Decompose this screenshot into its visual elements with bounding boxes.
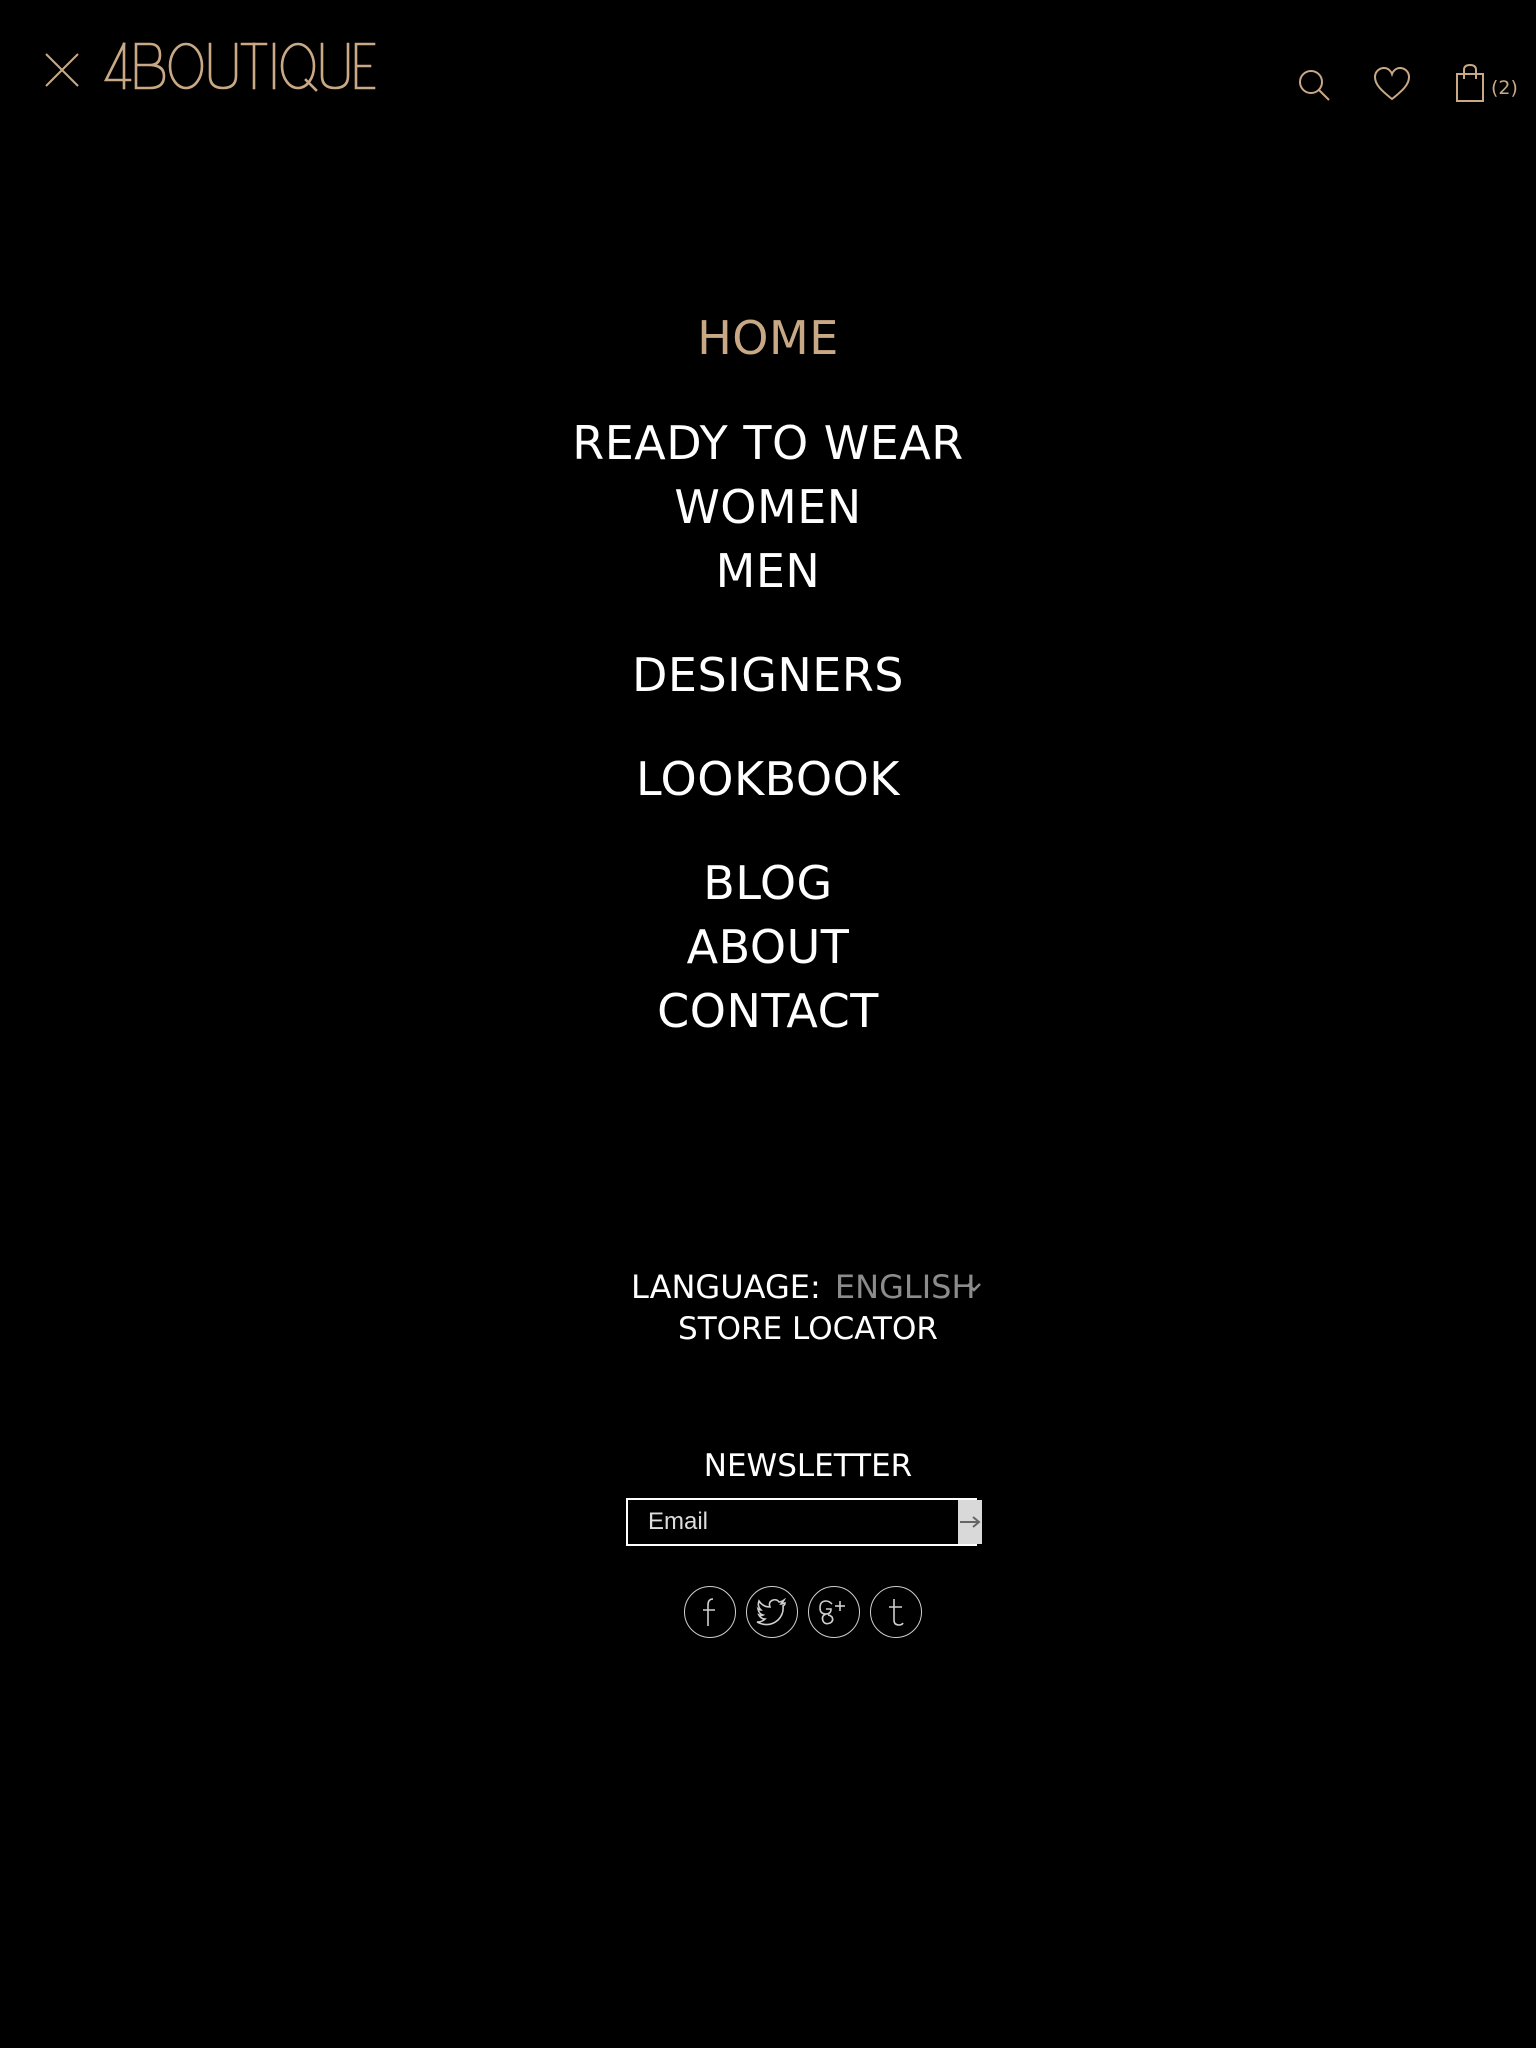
language-dropdown-toggle[interactable]	[965, 1280, 983, 1294]
nav-item-men[interactable]: MEN	[0, 543, 1536, 599]
bag-count: (2)	[1491, 77, 1518, 99]
brand-logo[interactable]	[103, 40, 376, 92]
close-icon	[45, 53, 79, 87]
nav-item-ready-to-wear[interactable]: READY TO WEAR	[0, 415, 1536, 471]
newsletter-form	[626, 1498, 982, 1546]
tumblr-icon	[889, 1599, 904, 1626]
store-locator-link[interactable]: STORE LOCATOR	[0, 1309, 1536, 1349]
email-input[interactable]	[628, 1500, 958, 1544]
google-plus-link[interactable]	[808, 1586, 860, 1638]
facebook-icon	[703, 1598, 715, 1626]
chevron-down-icon	[967, 1283, 981, 1292]
wishlist-button[interactable]	[1372, 66, 1412, 102]
shopping-bag-icon	[1456, 63, 1484, 102]
twitter-icon	[756, 1598, 786, 1626]
language-selector[interactable]: LANGUAGE: ENGLISH	[631, 1267, 976, 1307]
search-button[interactable]	[1296, 67, 1332, 103]
nav-item-lookbook[interactable]: LOOKBOOK	[0, 751, 1536, 807]
newsletter-submit-button[interactable]	[958, 1500, 982, 1544]
google-plus-icon	[819, 1600, 845, 1625]
nav-item-about[interactable]: ABOUT	[0, 919, 1536, 975]
shopping-bag-button[interactable]	[1454, 63, 1486, 103]
arrow-right-icon	[960, 1516, 981, 1528]
close-menu-button[interactable]	[42, 50, 82, 90]
facebook-link[interactable]	[684, 1586, 736, 1638]
tumblr-link[interactable]	[870, 1586, 922, 1638]
search-icon	[1299, 70, 1330, 101]
twitter-link[interactable]	[746, 1586, 798, 1638]
language-label: LANGUAGE:	[631, 1268, 821, 1306]
heart-icon	[1373, 66, 1411, 101]
nav-item-designers[interactable]: DESIGNERS	[0, 647, 1536, 703]
nav-item-blog[interactable]: BLOG	[0, 855, 1536, 911]
nav-item-contact[interactable]: CONTACT	[0, 983, 1536, 1039]
language-value[interactable]: ENGLISH	[835, 1268, 976, 1306]
social-links	[684, 1586, 922, 1638]
nav-item-home[interactable]: HOME	[0, 310, 1536, 366]
newsletter-title: NEWSLETTER	[703, 1448, 913, 1484]
nav-item-women[interactable]: WOMEN	[0, 479, 1536, 535]
